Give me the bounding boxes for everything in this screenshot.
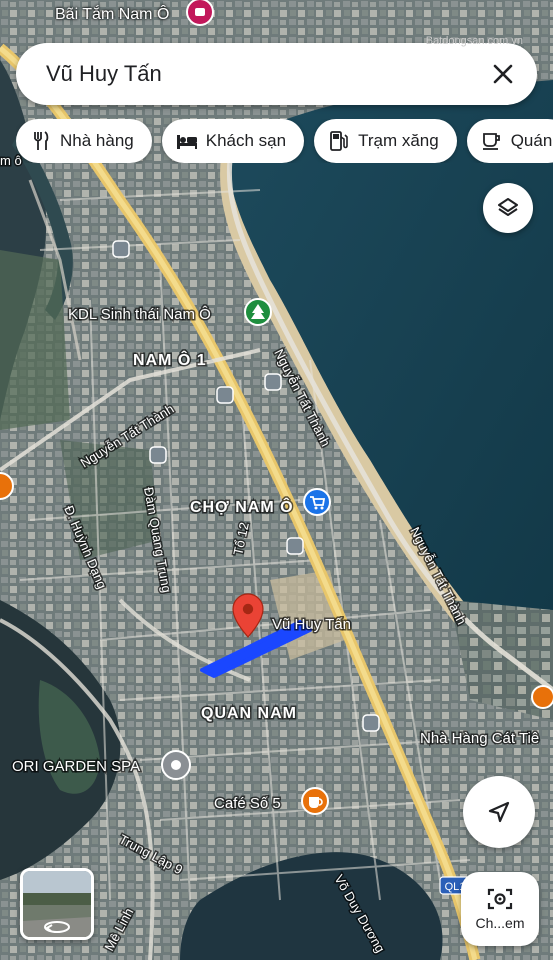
watermark: Batdongsan.com.vn xyxy=(425,35,523,47)
label-ori-garden-spa: ORI GARDEN SPA xyxy=(12,758,140,775)
chip-label: Quán xyxy=(510,131,553,150)
camera-search-icon xyxy=(487,888,513,910)
chip-cafes[interactable]: Quán xyxy=(466,119,553,163)
coffee-icon xyxy=(481,130,503,152)
label-selected-street: Vũ Huy Tấn xyxy=(272,616,351,633)
top-map-label: Bãi Tắm Nam Ô xyxy=(55,6,170,23)
clear-search-button[interactable] xyxy=(483,54,523,94)
label-cafe-so-5: Café Số 5 xyxy=(214,795,281,812)
close-icon xyxy=(493,64,513,84)
chip-gas-stations[interactable]: Trạm xăng xyxy=(314,119,457,163)
chip-hotels[interactable]: Khách sạn xyxy=(161,119,305,163)
screenshot-button-label: Ch...em xyxy=(475,915,525,931)
label-nam-o-1: NAM Ô 1 xyxy=(133,350,207,369)
hotel-icon xyxy=(176,130,198,152)
label-quan-nam: QUAN NAM xyxy=(201,705,297,722)
chip-label: Trạm xăng xyxy=(358,131,439,150)
chip-label: Nhà hàng xyxy=(60,131,134,150)
navigation-arrow-icon xyxy=(488,801,510,823)
restaurant-icon xyxy=(30,130,52,152)
cafe-poi-icon xyxy=(301,787,329,815)
search-bar[interactable]: Vũ Huy Tấn xyxy=(16,43,537,105)
gas-station-icon xyxy=(328,130,350,152)
status-strip: Bãi Tắm Nam Ô xyxy=(0,0,553,34)
chip-restaurants[interactable]: Nhà hàng xyxy=(16,119,152,163)
restaurant-poi-right-icon xyxy=(531,685,553,709)
layers-button[interactable] xyxy=(483,183,533,233)
navigate-button[interactable] xyxy=(463,776,535,848)
label-kdl: KDL Sinh thái Nam Ô xyxy=(68,306,211,323)
street-view-thumbnail[interactable] xyxy=(20,868,94,940)
category-chips: Nhà hàng Khách sạn Trạm xăng Quán xyxy=(16,119,553,163)
spa-poi-icon xyxy=(161,750,191,780)
park-poi-icon xyxy=(244,298,272,326)
label-nha-hang: Nhà Hàng Cát Tiê xyxy=(420,730,539,747)
label-cho-nam-o: CHỢ NAM Ô xyxy=(190,497,294,516)
layers-icon xyxy=(498,198,518,216)
chip-label: Khách sạn xyxy=(205,131,287,150)
screenshot-search-button[interactable]: Ch...em xyxy=(461,872,539,946)
shopping-cart-poi-icon xyxy=(303,488,331,516)
search-input[interactable]: Vũ Huy Tấn xyxy=(46,61,483,87)
